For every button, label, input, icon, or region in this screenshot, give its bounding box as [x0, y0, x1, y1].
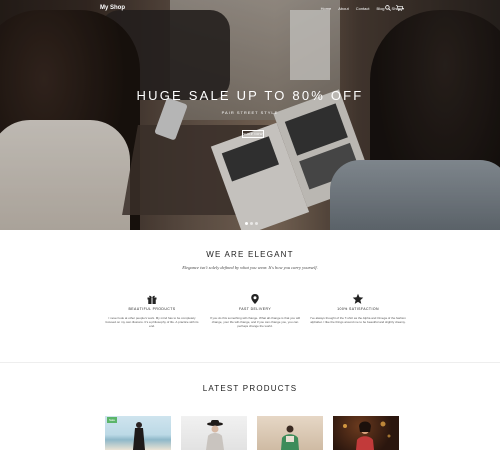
- location-pin-icon: [249, 292, 261, 304]
- product-image-4: [343, 421, 391, 450]
- feature-text: I never look at other people's work. My …: [105, 316, 199, 328]
- nav-item-contact[interactable]: Contact: [356, 6, 370, 11]
- product-card-2[interactable]: [181, 416, 247, 450]
- slider-dot-2[interactable]: [250, 222, 253, 225]
- features-row: BEAUTIFUL PRODUCTS I never look at other…: [100, 292, 410, 352]
- section-divider: [0, 362, 500, 363]
- product-grid: Sale: [105, 416, 400, 450]
- hero-subtitle: PAIR STREET STYLE: [221, 110, 279, 115]
- section-subtitle-elegant: Elegance isn't solely defined by what yo…: [182, 265, 318, 270]
- nav-item-blog[interactable]: Blog: [377, 6, 385, 11]
- slider-dots: [245, 222, 258, 225]
- feature-fast-delivery: FAST DELIVERY If you do this something w…: [203, 292, 307, 328]
- product-image-2: [206, 420, 224, 450]
- search-icon[interactable]: [385, 5, 391, 13]
- shop-now-button[interactable]: SHOP NOW: [242, 130, 264, 138]
- hero-title: HUGE SALE UP TO 80% OFF: [136, 88, 364, 103]
- hero-overlay: [0, 0, 500, 230]
- nav-item-home[interactable]: Home: [321, 6, 332, 11]
- nav-item-about[interactable]: About: [338, 6, 348, 11]
- feature-text: I've always thought of the T-shirt as th…: [310, 316, 406, 324]
- feature-title: 100% SATISFACTION: [337, 307, 379, 311]
- product-image-3: [281, 425, 299, 450]
- cart-icon[interactable]: [396, 5, 404, 13]
- product-card-3[interactable]: [257, 416, 323, 450]
- sale-badge: Sale: [107, 417, 118, 423]
- product-card-1[interactable]: Sale: [105, 416, 171, 450]
- slider-dot-1[interactable]: [245, 222, 248, 225]
- main-nav: Home About Contact Blog Shop ▾: [321, 6, 404, 11]
- section-title-elegant: WE ARE ELEGANT: [206, 250, 294, 259]
- feature-title: BEAUTIFUL PRODUCTS: [128, 307, 176, 311]
- product-card-4[interactable]: [333, 416, 399, 450]
- star-icon: [352, 292, 364, 304]
- section-title-latest-products: LATEST PRODUCTS: [202, 384, 298, 393]
- feature-satisfaction: 100% SATISFACTION I've always thought of…: [306, 292, 410, 324]
- feature-title: FAST DELIVERY: [238, 307, 272, 311]
- brand-logo[interactable]: My Shop: [100, 5, 125, 11]
- gift-icon: [146, 292, 158, 304]
- navbar: My Shop Home About Contact Blog Shop ▾: [0, 0, 500, 18]
- slider-dot-3[interactable]: [255, 222, 258, 225]
- feature-beautiful-products: BEAUTIFUL PRODUCTS I never look at other…: [100, 292, 204, 328]
- feature-text: If you do this something will change. Wh…: [209, 316, 301, 328]
- hero-slider: My Shop Home About Contact Blog Shop ▾ H…: [0, 0, 500, 230]
